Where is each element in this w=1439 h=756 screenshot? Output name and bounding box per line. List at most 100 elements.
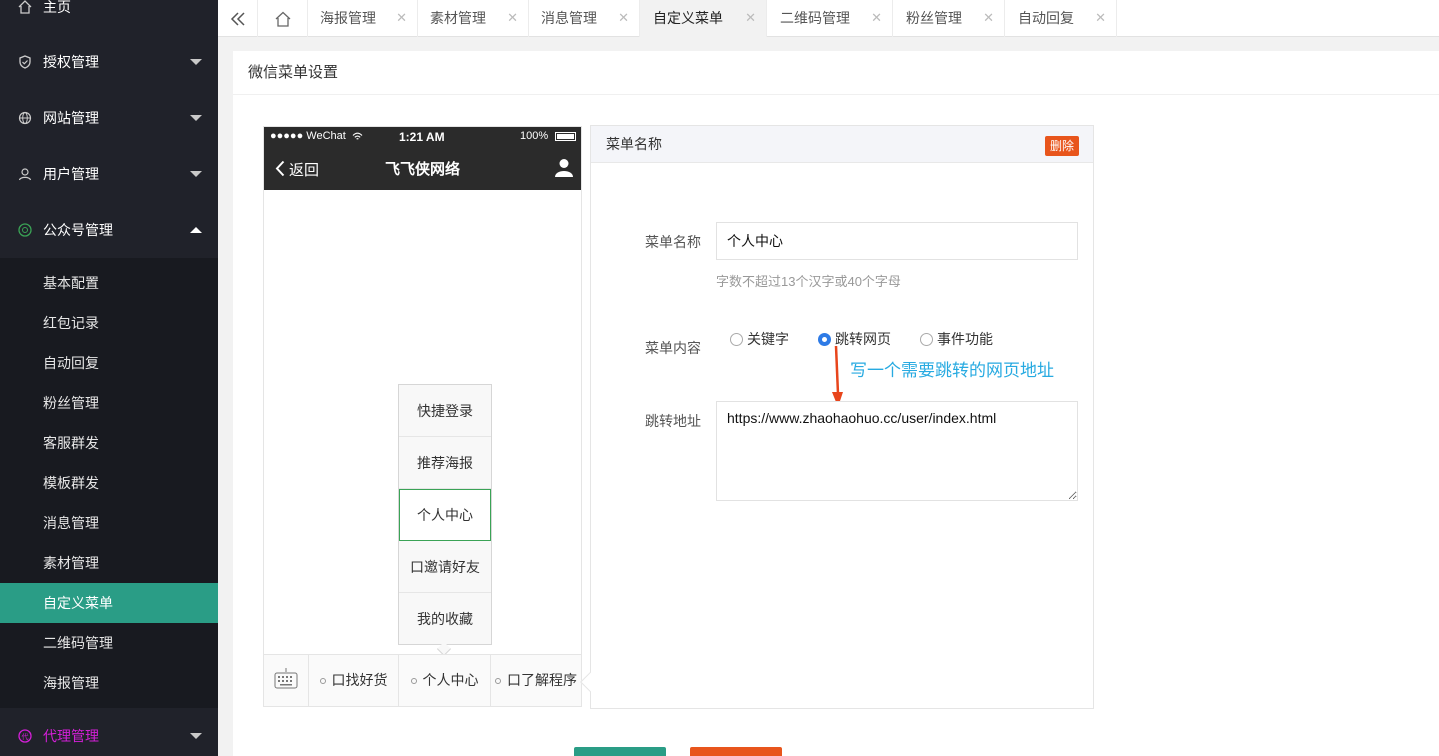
sidebar-item-auth[interactable]: 授权管理 — [0, 34, 218, 90]
chevron-down-icon — [190, 171, 202, 177]
submenu-item-selected[interactable]: 个人中心 — [399, 489, 491, 541]
sidebar-item-agent[interactable]: 代 代理管理 — [0, 708, 218, 756]
tab-qrcode[interactable]: 二维码管理 ✕ — [767, 0, 893, 37]
keyboard-toggle[interactable] — [264, 655, 308, 706]
chevron-down-icon — [190, 115, 202, 121]
tab-label: 消息管理 — [541, 10, 597, 26]
close-icon[interactable]: ✕ — [983, 0, 994, 36]
radio-label: 关键字 — [747, 331, 789, 347]
menu-dot-icon — [410, 678, 417, 685]
sidebar-item-label: 公众号管理 — [43, 222, 113, 238]
sidebar-subitem-qrcode[interactable]: 二维码管理 — [0, 623, 218, 663]
save-button[interactable] — [574, 747, 666, 756]
name-label: 菜单名称 — [645, 234, 701, 250]
sidebar-subitem-materials[interactable]: 素材管理 — [0, 543, 218, 583]
sidebar-subitem-autoreply[interactable]: 自动回复 — [0, 343, 218, 383]
menu-dot-icon — [495, 678, 501, 685]
tab-label: 自定义菜单 — [653, 10, 723, 26]
sidebar-item-label: 网站管理 — [43, 110, 99, 126]
agent-icon: 代 — [18, 729, 32, 743]
sidebar: 主页 授权管理 网站管理 用户管理 公众号管理 基本配置 红包记录 自动回复 粉… — [0, 0, 218, 756]
tab-bar: 海报管理 ✕ 素材管理 ✕ 消息管理 ✕ 自定义菜单 ✕ 二维码管理 ✕ 粉丝管理 ✕ 自动… — [218, 0, 1439, 37]
content-label: 菜单内容 — [645, 340, 701, 356]
sidebar-subitem-fans[interactable]: 粉丝管理 — [0, 383, 218, 423]
tab-messages[interactable]: 消息管理 ✕ — [528, 0, 640, 37]
sidebar-item-label: 主页 — [43, 0, 71, 15]
radio-event[interactable]: 事件功能 — [920, 330, 993, 348]
bottom-menu-label: 口找好货 — [331, 672, 388, 688]
url-label: 跳转地址 — [645, 413, 701, 429]
sidebar-subitem-redpacket[interactable]: 红包记录 — [0, 303, 218, 343]
radio-label: 事件功能 — [937, 331, 993, 347]
collapse-sidebar-button[interactable] — [218, 0, 258, 37]
bottom-menu-item[interactable]: 口找好货 — [308, 655, 398, 706]
sidebar-item-label: 授权管理 — [43, 54, 99, 70]
close-icon[interactable]: ✕ — [871, 0, 882, 36]
radio-webpage[interactable]: 跳转网页 — [818, 330, 891, 348]
tab-fans[interactable]: 粉丝管理 ✕ — [893, 0, 1005, 37]
double-chevron-left-icon — [230, 11, 245, 26]
close-icon[interactable]: ✕ — [745, 0, 756, 36]
sidebar-item-website[interactable]: 网站管理 — [0, 90, 218, 146]
chevron-down-icon — [190, 59, 202, 65]
submenu-popup: 快捷登录 推荐海报 个人中心 口邀请好友 我的收藏 — [398, 384, 492, 645]
reset-button[interactable] — [690, 747, 782, 756]
home-tab[interactable] — [258, 0, 308, 37]
sidebar-subitem-template[interactable]: 模板群发 — [0, 463, 218, 503]
annotation-text: 写一个需要跳转的网页地址 — [850, 361, 1054, 380]
battery-icon — [555, 132, 576, 141]
submenu-item[interactable]: 口邀请好友 — [399, 541, 491, 593]
url-textarea[interactable]: https://www.zhaohaohuo.cc/user/index.htm… — [716, 401, 1078, 501]
radio-circle-checked — [818, 332, 831, 346]
menu-name-input[interactable] — [716, 222, 1078, 260]
tab-label: 粉丝管理 — [906, 10, 962, 26]
radio-circle — [730, 332, 743, 346]
sidebar-subitem-service[interactable]: 客服群发 — [0, 423, 218, 463]
battery-text: 100% — [520, 130, 549, 142]
submenu-item[interactable]: 我的收藏 — [399, 593, 491, 645]
page-title: 微信菜单设置 — [233, 51, 1439, 95]
close-icon[interactable]: ✕ — [396, 0, 407, 36]
phone-status-bar: ●●●●● WeChat 1:21 AM 100% — [264, 127, 581, 147]
bottom-menu-label: 个人中心 — [422, 672, 479, 688]
tab-label: 自动回复 — [1018, 10, 1074, 26]
signal-text: ●●●●● WeChat — [270, 130, 346, 142]
phone-bottom-menu: 口找好货 个人中心 口了解程序 — [264, 654, 581, 706]
editor-header: 菜单名称 删除 — [591, 126, 1093, 163]
bottom-menu-item[interactable]: 口了解程序 — [490, 655, 581, 706]
keyboard-icon — [274, 668, 298, 689]
globe-icon — [18, 111, 32, 125]
tab-materials[interactable]: 素材管理 ✕ — [417, 0, 529, 37]
sidebar-item-users[interactable]: 用户管理 — [0, 146, 218, 202]
radio-keyword[interactable]: 关键字 — [730, 330, 789, 348]
tab-label: 二维码管理 — [780, 10, 850, 26]
phone-header: 返回 飞飞侠网络 — [264, 147, 581, 190]
bottom-menu-label: 口了解程序 — [507, 672, 577, 688]
close-icon[interactable]: ✕ — [1095, 0, 1106, 36]
tab-custom-menu[interactable]: 自定义菜单 ✕ — [640, 0, 767, 37]
sidebar-item-label: 用户管理 — [43, 166, 99, 182]
bottom-menu-item-selected[interactable]: 个人中心 — [398, 655, 490, 706]
shield-icon — [19, 55, 31, 69]
name-hint: 字数不超过13个汉字或40个字母 — [716, 274, 901, 289]
submenu-item[interactable]: 推荐海报 — [399, 437, 491, 489]
menu-dot-icon — [319, 678, 326, 685]
tab-autoreply[interactable]: 自动回复 ✕ — [1005, 0, 1117, 37]
sidebar-item-wechat[interactable]: 公众号管理 — [0, 202, 218, 258]
sidebar-submenu: 基本配置 红包记录 自动回复 粉丝管理 客服群发 模板群发 消息管理 素材管理 … — [0, 258, 218, 708]
delete-button[interactable]: 删除 — [1044, 136, 1079, 156]
radio-circle — [920, 332, 933, 346]
sidebar-subitem-messages[interactable]: 消息管理 — [0, 503, 218, 543]
sidebar-subitem-custom-menu[interactable]: 自定义菜单 — [0, 583, 218, 623]
sidebar-item-home[interactable]: 主页 — [0, 0, 218, 35]
sidebar-subitem-poster[interactable]: 海报管理 — [0, 663, 218, 703]
close-icon[interactable]: ✕ — [618, 0, 629, 36]
chevron-up-icon — [190, 227, 202, 233]
sidebar-subitem-basic[interactable]: 基本配置 — [0, 263, 218, 303]
submenu-item[interactable]: 快捷登录 — [399, 385, 491, 437]
tab-label: 素材管理 — [430, 10, 486, 26]
home-icon — [275, 11, 290, 27]
phone-time: 1:21 AM — [399, 130, 445, 144]
tab-poster[interactable]: 海报管理 ✕ — [307, 0, 418, 37]
close-icon[interactable]: ✕ — [507, 0, 518, 36]
